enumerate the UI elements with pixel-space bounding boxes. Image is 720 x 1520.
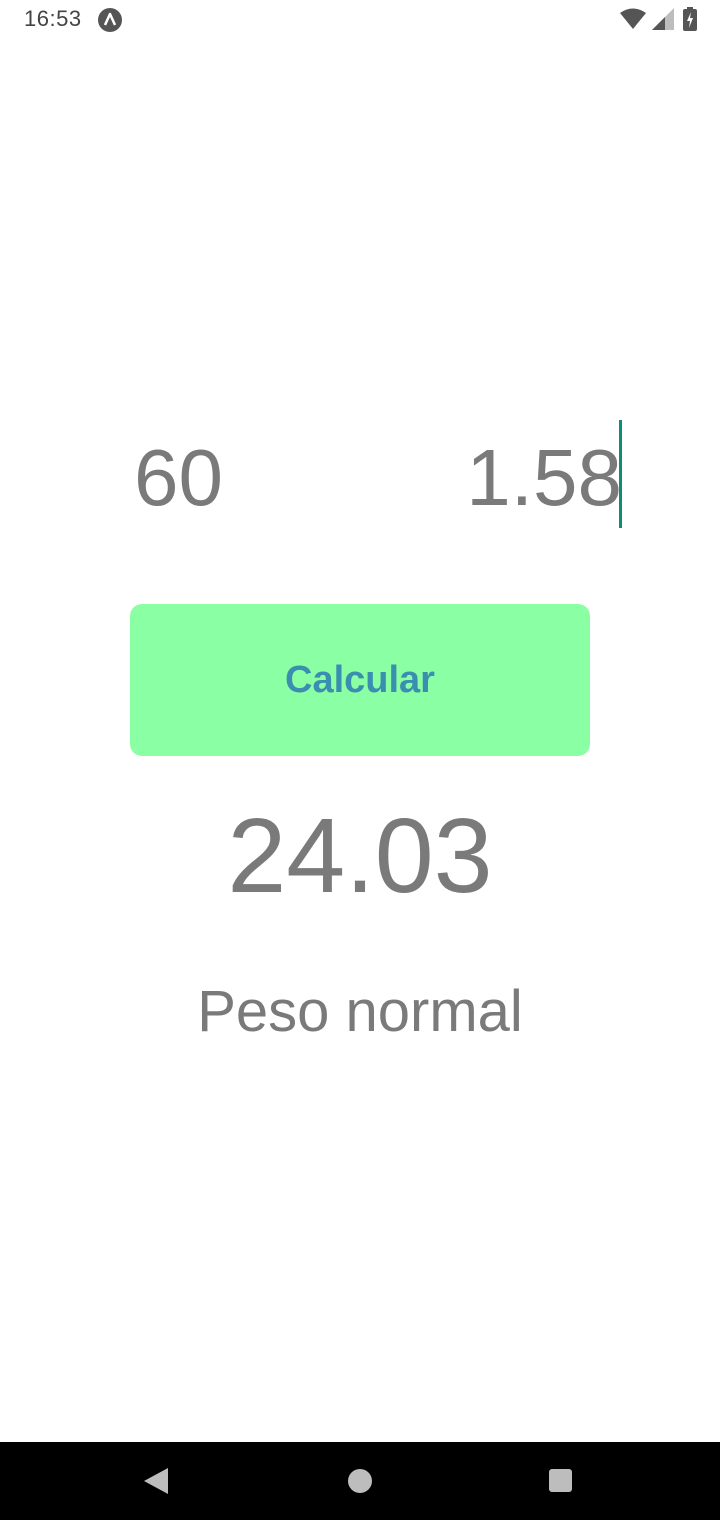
status-bar: 16:53	[0, 0, 720, 40]
bmi-result-value: 24.03	[227, 797, 493, 915]
back-icon[interactable]	[142, 1466, 170, 1501]
home-icon[interactable]	[348, 1469, 372, 1493]
notification-app-icon	[98, 8, 122, 32]
wifi-icon	[620, 8, 646, 35]
text-cursor	[619, 420, 622, 528]
recents-icon[interactable]	[549, 1469, 572, 1492]
navigation-bar	[0, 1442, 720, 1520]
battery-charging-icon	[683, 7, 697, 36]
calculate-button[interactable]: Calcular	[130, 604, 590, 756]
status-time: 16:53	[24, 6, 82, 31]
weight-input[interactable]	[130, 428, 324, 528]
signal-icon	[652, 8, 674, 35]
bmi-category-label: Peso normal	[197, 979, 523, 1044]
app-screen: 16:53 Calcular 24.03	[0, 0, 720, 1520]
height-input[interactable]	[400, 428, 626, 528]
